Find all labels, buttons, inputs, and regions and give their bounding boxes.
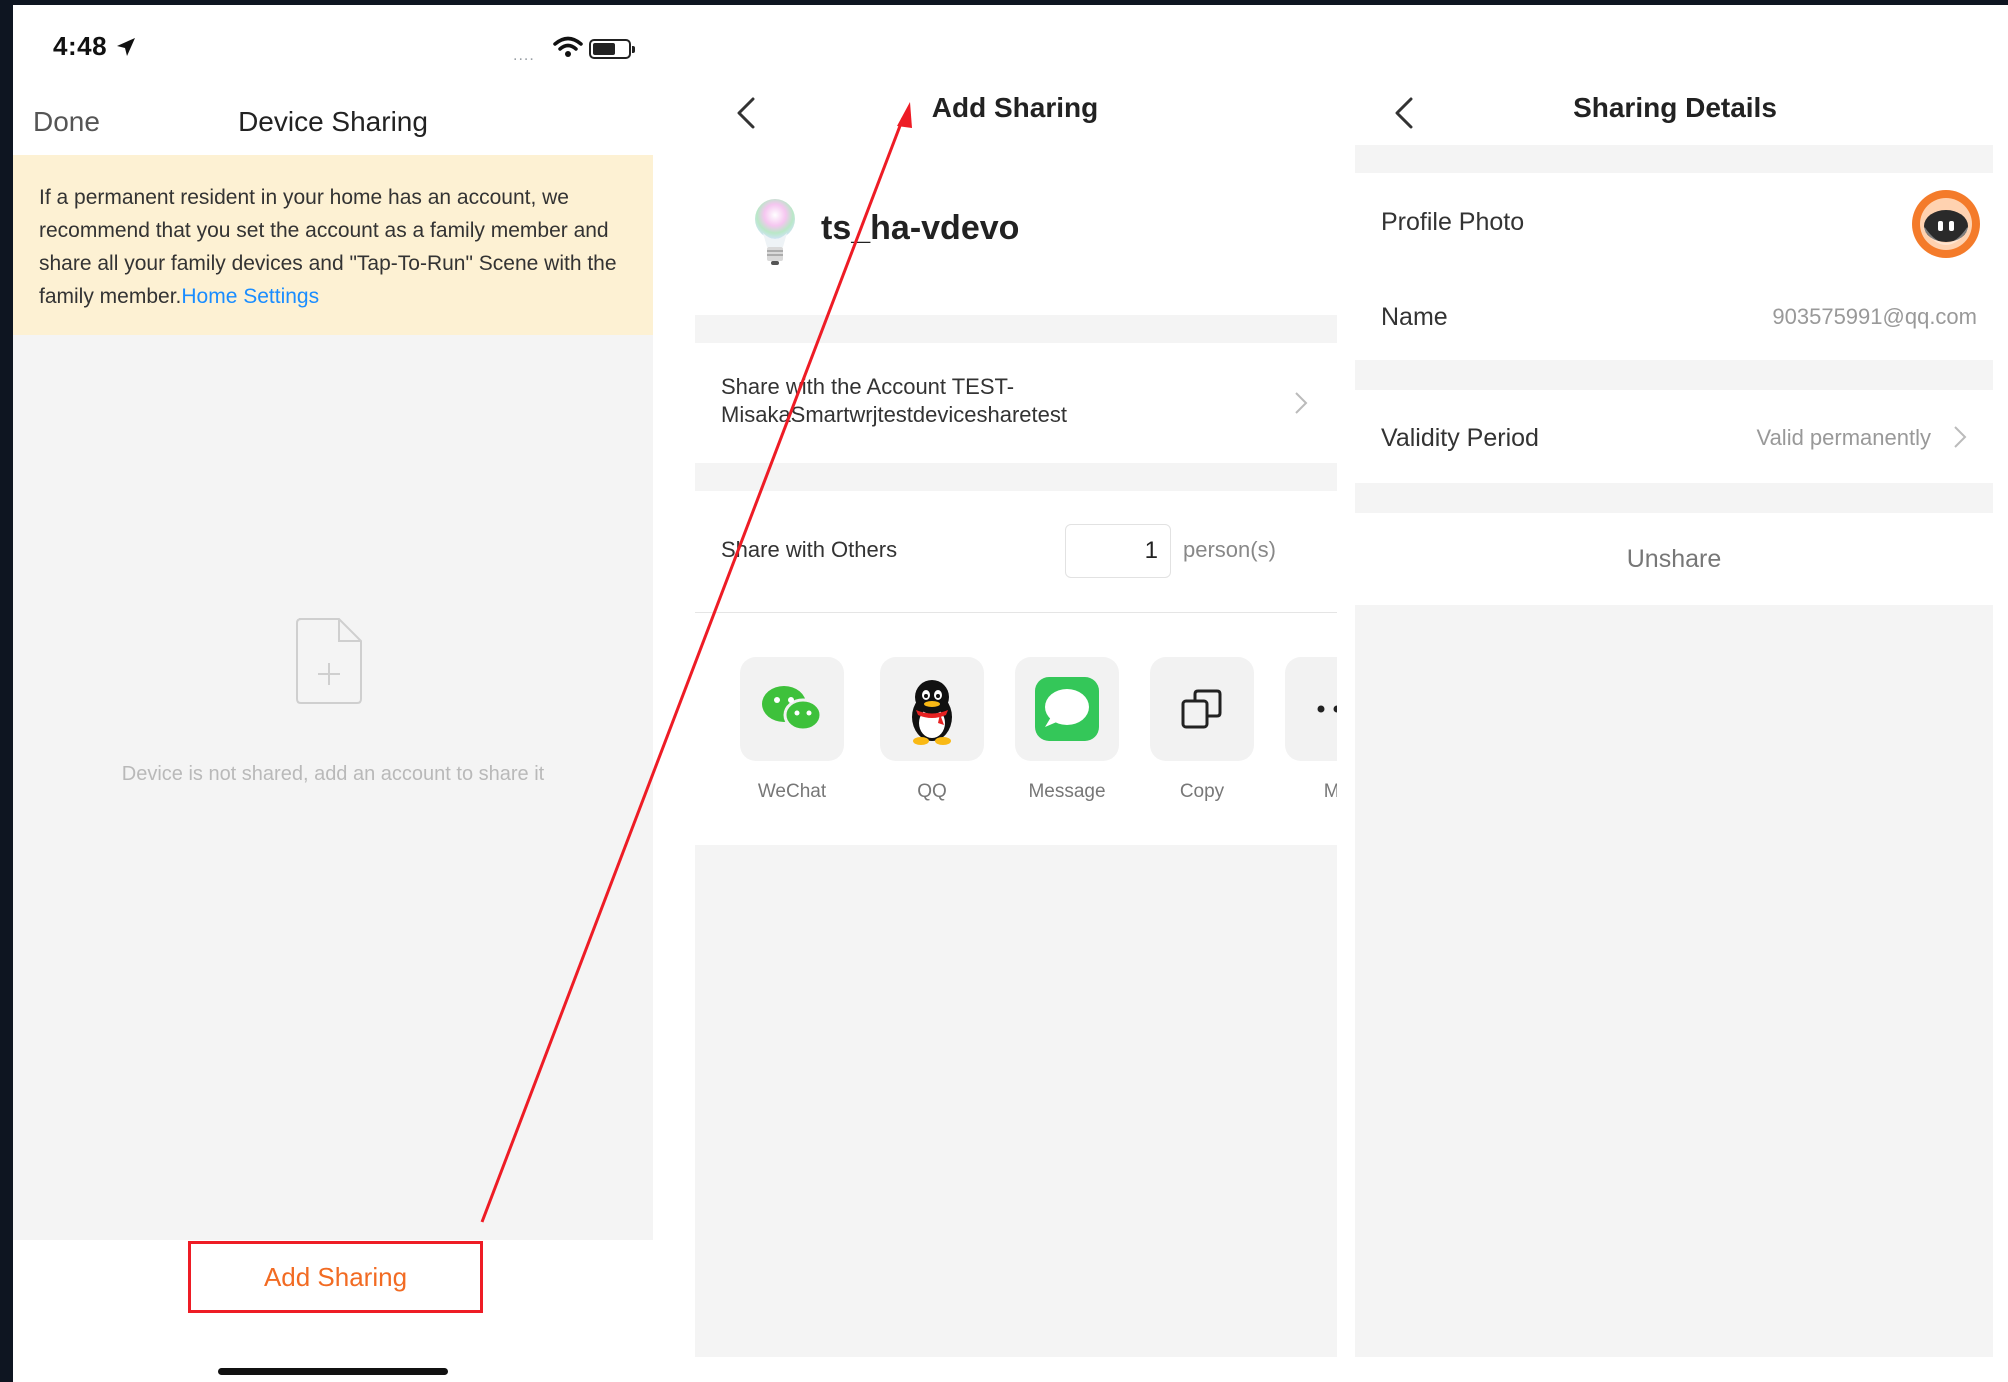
share-target-copy[interactable]: Copy (1150, 657, 1254, 803)
screenshot-frame: 4:48 .... Done Device Sharing If a perma… (13, 5, 2008, 1382)
empty-state-text: Device is not shared, add an account to … (121, 763, 545, 785)
bulb-icon (755, 199, 795, 265)
share-account-line1: Share with the Account TEST- (721, 374, 1015, 399)
persons-unit-label: person(s) (1183, 537, 1276, 562)
section-divider (1355, 360, 1993, 390)
signal-dots: .... (513, 47, 535, 64)
share-account-line2: MisakaSmartwrjtestdevicesharetest (721, 402, 1068, 427)
name-label: Name (1381, 303, 1448, 331)
copy-icon (1150, 657, 1254, 761)
device-sharing-screen: 4:48 .... Done Device Sharing If a perma… (13, 5, 653, 1382)
wifi-icon (553, 36, 583, 57)
family-notice-banner: If a permanent resident in your home has… (13, 155, 653, 335)
share-target-label: Message (1028, 781, 1106, 802)
section-divider (695, 463, 1337, 491)
share-targets-row: WeChat QQ Message Copy M (695, 645, 1337, 825)
divider (695, 612, 1337, 613)
share-target-label: QQ (917, 781, 947, 802)
message-icon (1015, 657, 1119, 761)
name-value: 903575991@qq.com (1772, 304, 1977, 329)
share-target-label: Mo (1323, 781, 1337, 802)
battery-icon (589, 39, 635, 59)
section-divider (1355, 145, 1993, 173)
add-sharing-button[interactable]: Add Sharing (188, 1241, 483, 1313)
wechat-icon (740, 657, 844, 761)
section-divider (695, 315, 1337, 343)
chevron-right-icon (1295, 392, 1308, 414)
profile-photo-label: Profile Photo (1381, 208, 1525, 236)
home-indicator (218, 1368, 448, 1375)
share-with-account-row[interactable]: Share with the Account TEST- MisakaSmart… (721, 373, 1281, 429)
page-title: Sharing Details (1573, 92, 1777, 123)
home-settings-link[interactable]: Home Settings (181, 285, 319, 308)
status-time: 4:48 (53, 31, 108, 61)
empty-content-area (1355, 605, 1993, 1357)
qq-icon (880, 657, 984, 761)
validity-period-value[interactable]: Valid permanently (1757, 425, 1931, 451)
location-arrow-icon (117, 38, 135, 56)
share-target-label: Copy (1179, 781, 1225, 802)
empty-state-area (13, 335, 653, 1240)
section-divider (1355, 483, 1993, 513)
unshare-button[interactable]: Unshare (1355, 545, 1993, 574)
add-sharing-screen: Add Sharing ts_ha-vdevo Share with the A… (695, 5, 1337, 1382)
share-target-more[interactable]: Mo (1285, 657, 1337, 803)
person-count-input[interactable]: 1 (1065, 524, 1171, 578)
back-chevron-icon[interactable] (733, 95, 759, 131)
sharing-details-screen: Sharing Details Profile Photo Name 90357… (1355, 5, 1993, 1382)
robot-avatar-icon (1912, 190, 1980, 258)
share-target-wechat[interactable]: WeChat (740, 657, 844, 803)
empty-content-area (695, 845, 1337, 1357)
validity-period-label: Validity Period (1381, 424, 1539, 452)
page-title: Add Sharing (931, 92, 1099, 123)
done-button[interactable]: Done (33, 106, 100, 138)
back-chevron-icon[interactable] (1391, 95, 1417, 131)
notice-text: If a permanent resident in your home has… (39, 186, 617, 308)
share-target-label: WeChat (757, 781, 827, 802)
more-icon (1285, 657, 1337, 761)
device-name: ts_ha-vdevo (821, 209, 1020, 247)
chevron-right-icon[interactable] (1952, 423, 1968, 451)
share-with-others-label: Share with Others (721, 537, 898, 562)
file-add-icon (296, 618, 362, 704)
page-title: Device Sharing (238, 106, 428, 137)
share-target-qq[interactable]: QQ (880, 657, 984, 803)
share-target-message[interactable]: Message (1015, 657, 1119, 803)
